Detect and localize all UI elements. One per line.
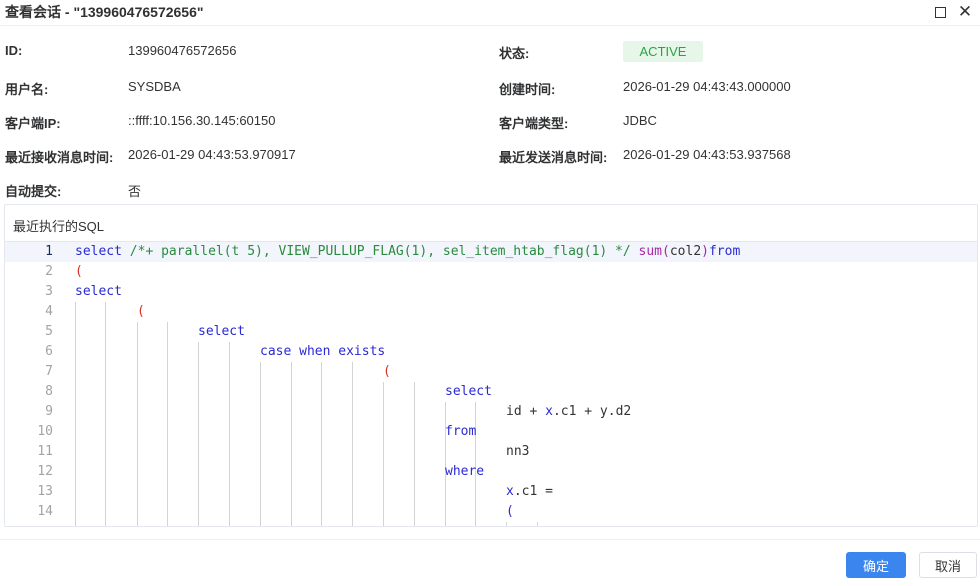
created-label: 创建时间: <box>499 82 556 97</box>
status-badge: ACTIVE <box>623 41 703 62</box>
code-line: 7 ( <box>5 362 977 382</box>
line-number: 5 <box>45 324 53 339</box>
cancel-button[interactable]: 取消 <box>919 552 977 578</box>
code-text: case when exists <box>260 344 386 359</box>
last-recv-value: 2026-01-29 04:43:53.970917 <box>128 147 296 162</box>
last-recv-label: 最近接收消息时间: <box>5 150 114 165</box>
sql-editor[interactable]: 1 select /*+ parallel(t 5), VIEW_PULLUP_… <box>5 241 977 526</box>
code-text: select <box>445 384 492 399</box>
client-type-value: JDBC <box>623 113 657 128</box>
code-text: where <box>445 464 485 479</box>
line-number: 11 <box>37 444 53 459</box>
line-number: 1 <box>45 244 53 259</box>
line-number: 4 <box>45 304 53 319</box>
sql-panel: 最近执行的SQL 1 select /*+ parallel(t 5), VIE… <box>4 204 978 527</box>
code-line: 14 ( <box>5 502 977 522</box>
footer-divider <box>0 539 980 540</box>
code-line: 5 select <box>5 322 977 342</box>
autocommit-value: 否 <box>128 184 142 199</box>
line-number: 9 <box>45 404 53 419</box>
line-number: 14 <box>37 504 53 519</box>
user-value: SYSDBA <box>128 79 181 94</box>
code-line: 3 select <box>5 282 977 302</box>
code-text: ( <box>383 364 391 379</box>
indent-guide <box>537 522 538 526</box>
last-send-label: 最近发送消息时间: <box>499 150 608 165</box>
code-text: ( <box>137 304 145 319</box>
code-line: 2 ( <box>5 262 977 282</box>
last-send-value: 2026-01-29 04:43:53.937568 <box>623 147 791 162</box>
code-line: 10 from <box>5 422 977 442</box>
line-number: 3 <box>45 284 53 299</box>
id-value: 139960476572656 <box>128 43 237 58</box>
user-label: 用户名: <box>5 82 49 97</box>
close-icon: ✕ <box>957 2 973 21</box>
maximize-icon <box>934 6 946 18</box>
code-text: ( <box>506 504 514 519</box>
maximize-button[interactable] <box>931 3 949 21</box>
client-type-label: 客户端类型: <box>499 116 569 131</box>
code-text: from <box>445 424 477 439</box>
code-line: 1 select /*+ parallel(t 5), VIEW_PULLUP_… <box>5 242 977 262</box>
code-line: 12 where <box>5 462 977 482</box>
autocommit-label: 自动提交: <box>5 184 62 199</box>
code-line: 4 ( <box>5 302 977 322</box>
code-text: select <box>198 324 245 339</box>
code-line: 13 x.c1 = <box>5 482 977 502</box>
dialog-header: 查看会话 - "139960476572656" ✕ <box>0 0 980 26</box>
created-value: 2026-01-29 04:43:43.000000 <box>623 79 791 94</box>
code-line: 6 case when exists <box>5 342 977 362</box>
id-label: ID: <box>5 43 23 58</box>
client-ip-label: 客户端IP: <box>5 116 61 131</box>
close-button[interactable]: ✕ <box>956 2 974 21</box>
line-number: 7 <box>45 364 53 379</box>
client-ip-value: ::ffff:10.156.30.145:60150 <box>128 113 276 128</box>
sql-panel-title: 最近执行的SQL <box>13 219 105 234</box>
line-number: 2 <box>45 264 53 279</box>
code-text: nn3 <box>506 444 530 459</box>
dialog-title: 查看会话 - "139960476572656" <box>5 4 204 20</box>
indent-guide <box>506 522 507 526</box>
code-text: ( <box>75 264 83 279</box>
line-number: 10 <box>37 424 53 439</box>
line-number: 13 <box>37 484 53 499</box>
code-text: select /*+ parallel(t 5), VIEW_PULLUP_FL… <box>75 244 741 259</box>
code-text: id + x.c1 + y.d2 <box>506 404 632 419</box>
ok-button[interactable]: 确定 <box>846 552 906 578</box>
code-text: select <box>75 284 122 299</box>
code-line: 11 nn3 <box>5 442 977 462</box>
code-line: 8 select <box>5 382 977 402</box>
code-line: 9 id + x.c1 + y.d2 <box>5 402 977 422</box>
line-number: 12 <box>37 464 53 479</box>
line-number: 6 <box>45 344 53 359</box>
line-number: 8 <box>45 384 53 399</box>
code-text: x.c1 = <box>506 484 553 499</box>
status-label: 状态: <box>499 46 530 61</box>
